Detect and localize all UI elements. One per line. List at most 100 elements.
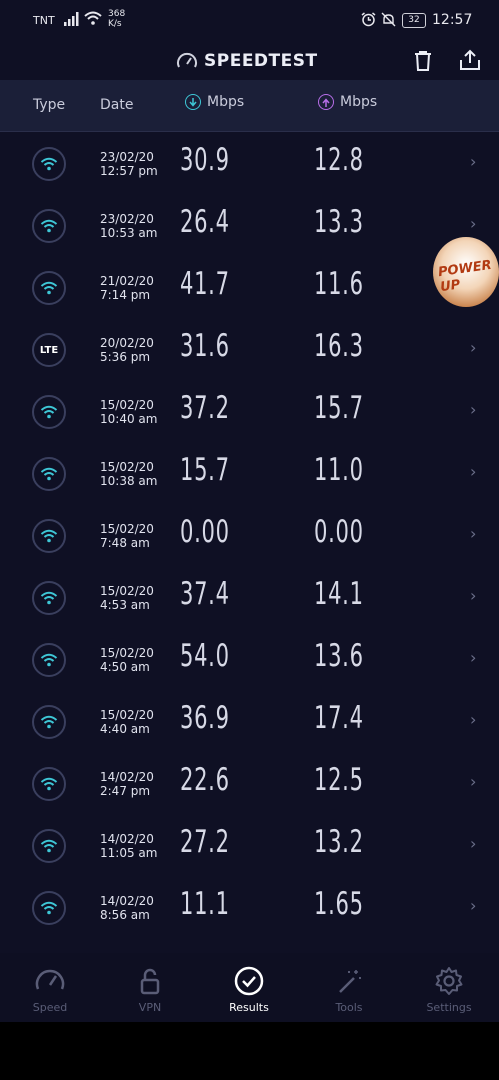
download-value: 36.9: [180, 700, 230, 736]
wifi-icon: [32, 395, 66, 429]
upload-value: 15.7: [314, 390, 364, 426]
download-value: 0.00: [180, 514, 230, 550]
upload-value: 17.4: [314, 700, 364, 736]
download-value: 15.7: [180, 452, 230, 488]
chevron-right-icon: ›: [470, 772, 477, 791]
result-datetime: 21/02/20 7:14 pm: [100, 274, 154, 302]
wifi-icon: [32, 519, 66, 553]
result-date: 14/02/20: [100, 832, 154, 846]
result-datetime: 15/02/20 10:40 am: [100, 398, 157, 426]
nav-speed-label: Speed: [32, 1001, 68, 1014]
result-row[interactable]: 21/02/207:14 pm41.711.6›: [0, 256, 499, 318]
lock-icon: [134, 965, 166, 997]
wifi-icon: [32, 457, 66, 491]
result-date: 14/02/20: [100, 894, 154, 908]
result-time: 8:56 am: [100, 908, 150, 922]
result-time: 10:38 am: [100, 474, 158, 488]
nav-results-label: Results: [229, 1001, 269, 1014]
result-row[interactable]: 23/02/20 12:57 pm 30.9 12.8 ›: [0, 132, 499, 194]
wifi-icon: [32, 767, 66, 801]
result-time: 7:14 pm: [100, 288, 151, 302]
upload-value: 16.3: [314, 328, 364, 364]
result-row[interactable]: 23/02/20 10:53 am 26.4 13.3 ›: [0, 194, 499, 256]
result-time: 4:53 am: [100, 598, 150, 612]
result-datetime: 15/02/20 7:48 am: [100, 522, 154, 550]
result-row[interactable]: 15/02/20 10:38 am 15.7 11.0 ›: [0, 442, 499, 504]
wifi-icon: [32, 643, 66, 677]
speedometer-icon: [34, 965, 66, 997]
nav-speed[interactable]: Speed: [0, 953, 100, 1022]
upload-value: 13.2: [314, 824, 364, 860]
delete-button[interactable]: [413, 50, 433, 76]
header-download-label: Mbps: [207, 94, 245, 110]
upload-value: 13.6: [314, 638, 364, 674]
download-value: 37.2: [180, 390, 230, 426]
result-date: 15/02/20: [100, 522, 154, 536]
nav-results[interactable]: Results: [199, 953, 299, 1022]
chevron-right-icon: ›: [470, 214, 477, 233]
wifi-icon: [32, 581, 66, 615]
result-datetime: 23/02/20 12:57 pm: [100, 150, 158, 178]
header-download[interactable]: Mbps: [185, 94, 244, 110]
nav-settings-label: Settings: [426, 1001, 472, 1014]
wand-icon: [333, 965, 365, 997]
result-date: 23/02/20: [100, 150, 154, 164]
nav-tools[interactable]: Tools: [299, 953, 399, 1022]
result-datetime: 14/02/20 2:47 pm: [100, 770, 154, 798]
app-bar: SPEEDTEST: [0, 42, 499, 80]
result-row[interactable]: 14/02/20 8:56 am 11.1 1.65 ›: [0, 876, 499, 938]
app-title: SPEEDTEST: [204, 51, 318, 71]
download-value: 31.6: [180, 328, 230, 364]
result-row[interactable]: LTE 20/02/20 5:36 pm 31.6 16.3 ›: [0, 318, 499, 380]
upload-value: 13.3: [314, 204, 364, 240]
result-row[interactable]: 15/02/20 7:48 am 0.00 0.00 ›: [0, 504, 499, 566]
result-datetime: 15/02/20 4:50 am: [100, 646, 154, 674]
speedtest-screen: TNT 368 K/s 32 12:57 SPEEDTEST Type Date…: [0, 0, 499, 1022]
share-button[interactable]: [459, 49, 481, 75]
wifi-icon: [32, 705, 66, 739]
download-value: 54.0: [180, 638, 230, 674]
result-time: 10:40 am: [100, 412, 158, 426]
wifi-icon: [32, 271, 66, 305]
header-date[interactable]: Date: [100, 97, 133, 113]
check-circle-icon: [233, 965, 265, 997]
wifi-icon: [32, 829, 66, 863]
result-row[interactable]: 15/02/20 4:53 am 37.4 14.1 ›: [0, 566, 499, 628]
result-datetime: 14/02/20 8:56 am: [100, 894, 154, 922]
chevron-right-icon: ›: [470, 896, 477, 915]
result-time: 5:36 pm: [100, 350, 151, 364]
status-clock: 12:57: [432, 12, 473, 28]
result-date: 15/02/20: [100, 460, 154, 474]
result-row[interactable]: 15/02/20 4:40 am 36.9 17.4 ›: [0, 690, 499, 752]
result-date: 15/02/20: [100, 584, 154, 598]
carrier-label: TNT: [33, 14, 55, 27]
result-date: 15/02/20: [100, 398, 154, 412]
header-upload[interactable]: Mbps: [318, 94, 377, 110]
result-row[interactable]: 15/02/20 10:40 am 37.2 15.7 ›: [0, 380, 499, 442]
nav-vpn[interactable]: VPN: [100, 953, 200, 1022]
result-time: 4:40 am: [100, 722, 150, 736]
wifi-status-icon: [84, 11, 102, 28]
upload-value: 1.65: [314, 886, 364, 922]
result-row[interactable]: 14/02/20 11:05 am 27.2 13.2 ›: [0, 814, 499, 876]
download-value: 26.4: [180, 204, 230, 240]
result-date: 15/02/20: [100, 708, 154, 722]
result-row[interactable]: 14/02/20 2:47 pm 22.6 12.5 ›: [0, 752, 499, 814]
result-row[interactable]: 15/02/20 4:50 am 54.0 13.6 ›: [0, 628, 499, 690]
badge-text: POWER UP: [437, 257, 493, 296]
alarm-icon: [361, 12, 376, 30]
header-upload-label: Mbps: [340, 94, 378, 110]
system-nav-area: [0, 1022, 499, 1080]
download-value: 37.4: [180, 576, 230, 612]
header-type[interactable]: Type: [33, 97, 65, 113]
chevron-right-icon: ›: [470, 834, 477, 853]
result-date: 20/02/20: [100, 336, 154, 350]
chevron-right-icon: ›: [470, 710, 477, 729]
battery-indicator: 32: [402, 13, 426, 28]
power-up-overlay-badge[interactable]: POWER UP: [433, 237, 499, 307]
chevron-right-icon: ›: [470, 524, 477, 543]
nav-settings[interactable]: Settings: [399, 953, 499, 1022]
upload-arrow-icon: [318, 94, 334, 110]
results-table-header: Type Date Mbps Mbps: [0, 80, 499, 132]
result-date: 14/02/20: [100, 770, 154, 784]
